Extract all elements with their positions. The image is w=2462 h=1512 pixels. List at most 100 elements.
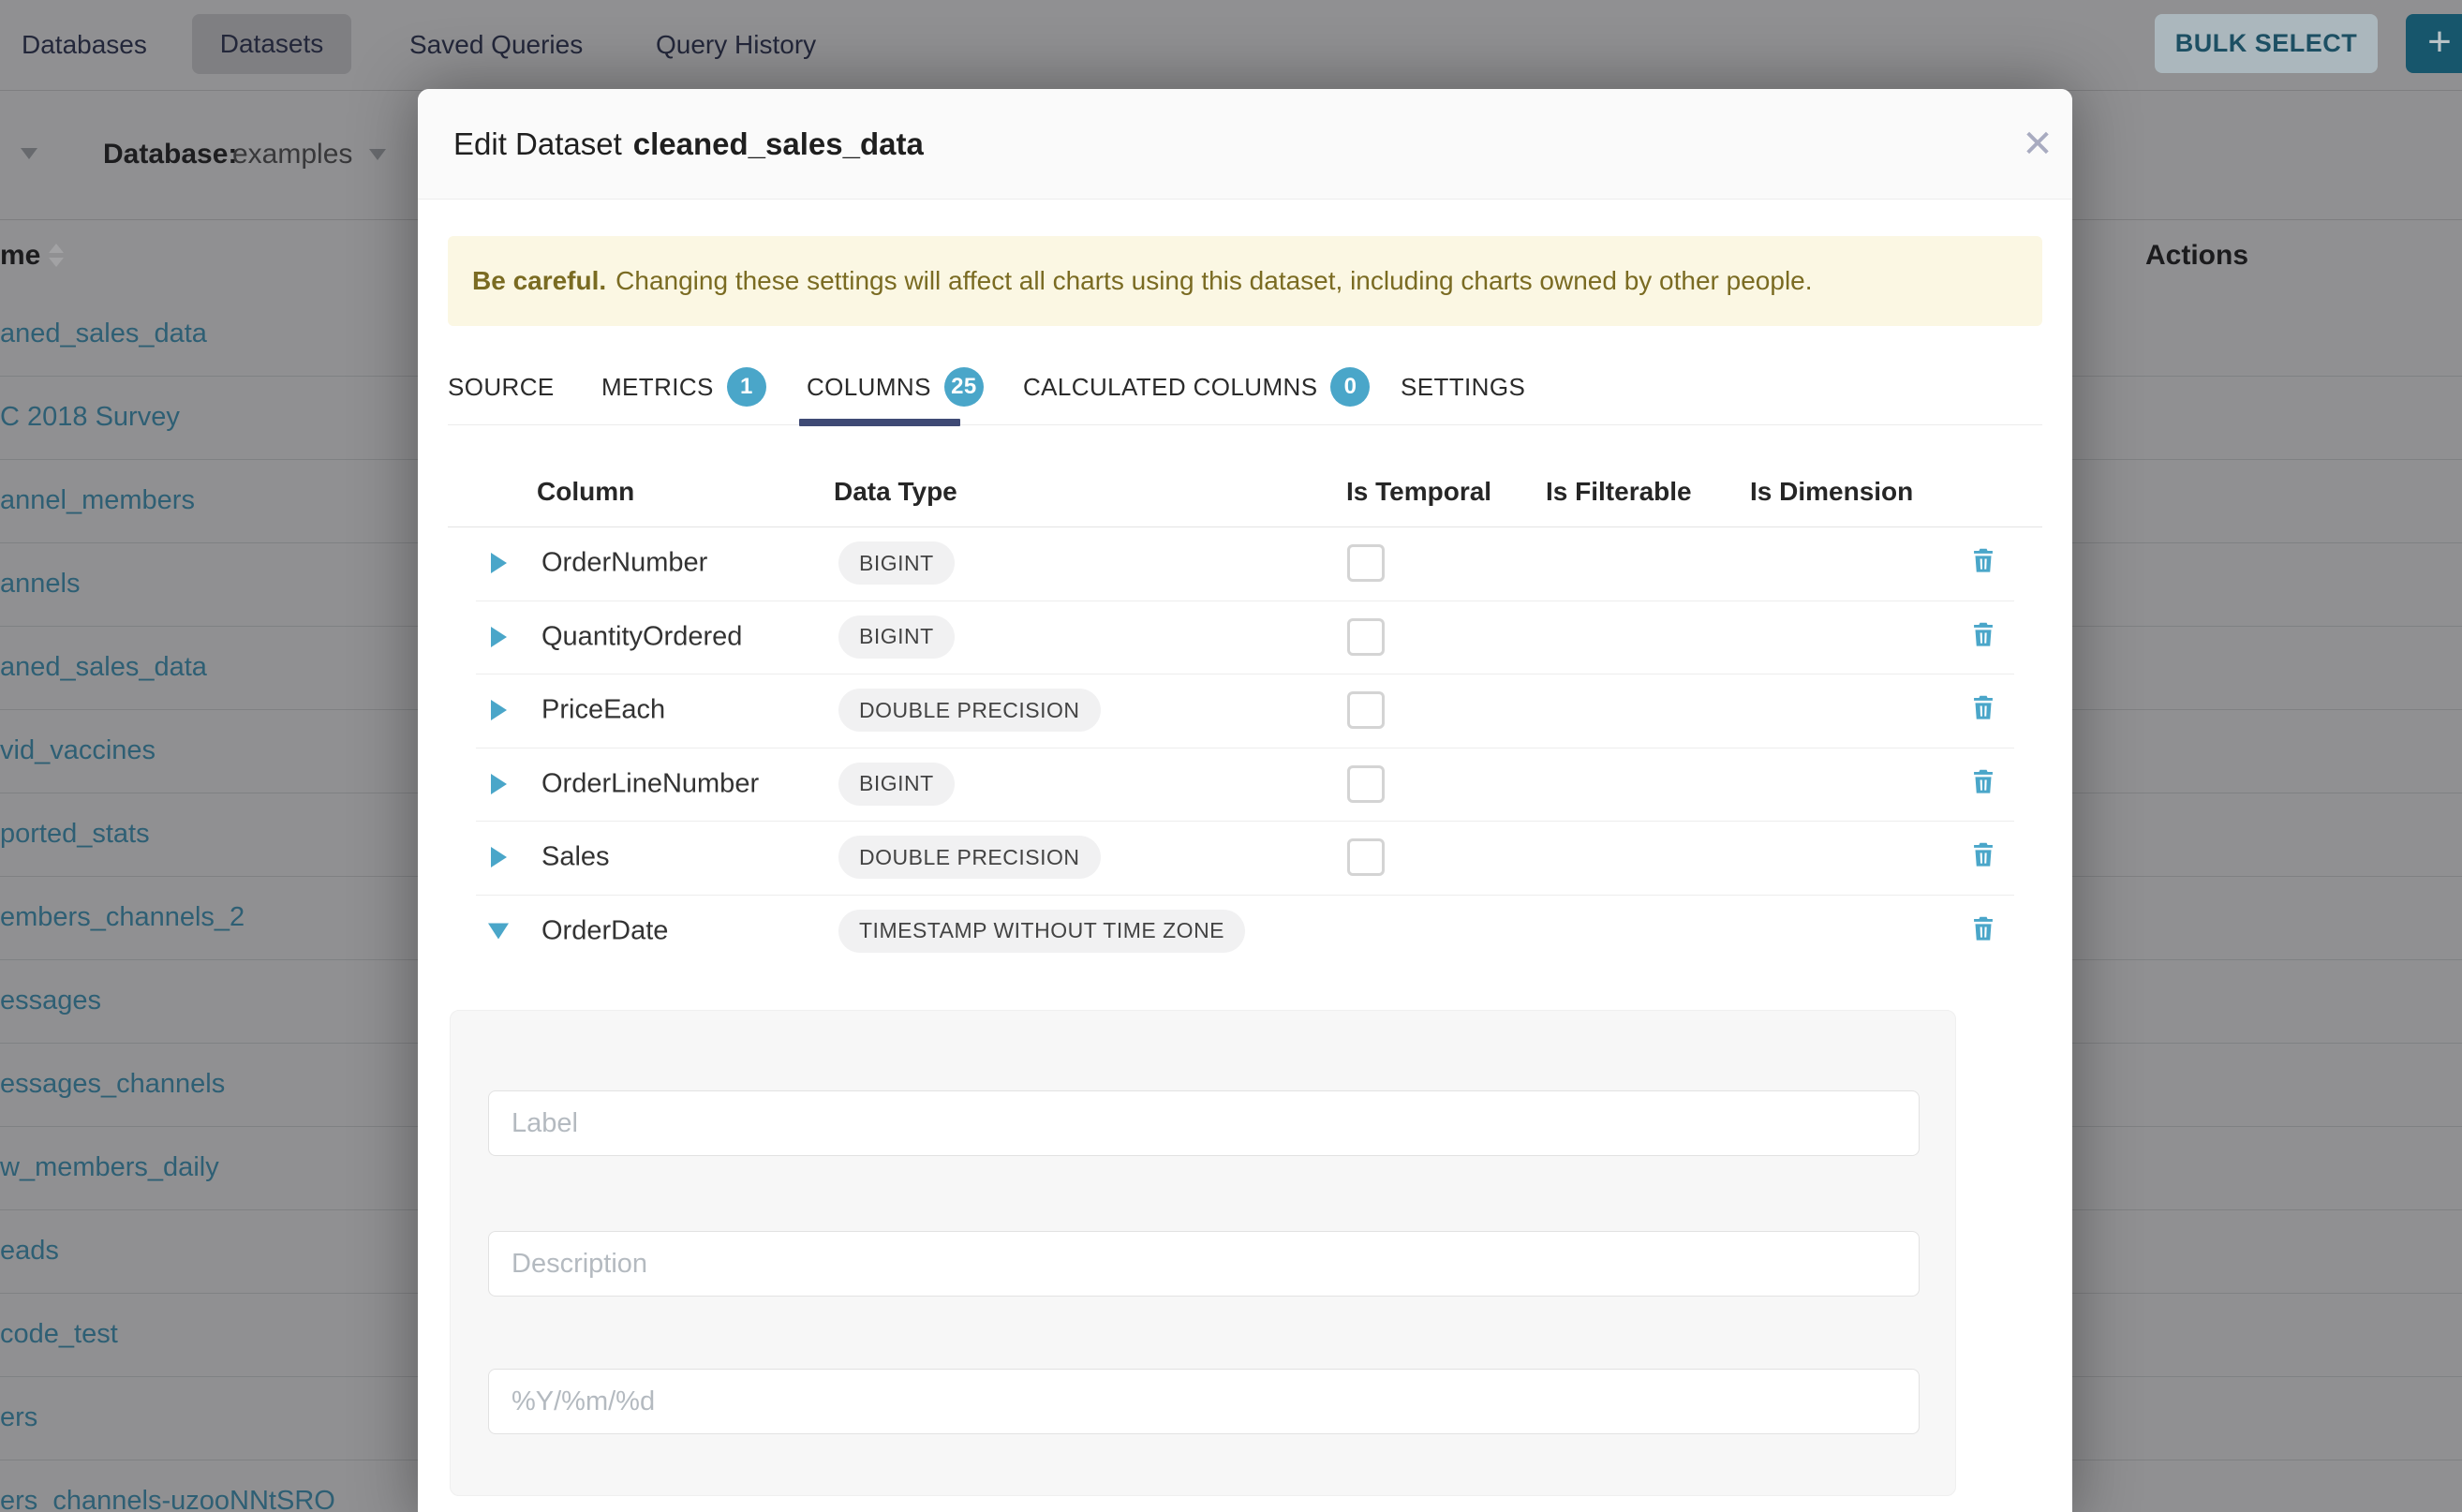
warning-text: Changing these settings will affect all …: [616, 266, 1812, 296]
data-type-header: Data Type: [834, 468, 957, 515]
warning-bold: Be careful.: [472, 266, 606, 296]
dataset-link[interactable]: vid_vaccines: [0, 709, 156, 793]
delete-column-icon[interactable]: [1967, 618, 1999, 655]
database-filter-select[interactable]: examples: [232, 90, 386, 219]
column-row: OrderDate TIMESTAMP WITHOUT TIME ZONE: [418, 895, 2072, 968]
nav-item-databases[interactable]: Databases: [22, 0, 147, 90]
expand-caret-icon[interactable]: [491, 700, 507, 720]
tab-source[interactable]: SOURCE: [448, 363, 555, 411]
label-input[interactable]: [488, 1090, 1920, 1156]
dataset-link[interactable]: annel_members: [0, 459, 195, 542]
delete-column-icon[interactable]: [1967, 765, 1999, 802]
data-type-pill: BIGINT: [838, 615, 955, 659]
is-temporal-checkbox[interactable]: [1347, 544, 1385, 582]
top-navbar: Databases Datasets Saved Queries Query Hist…: [0, 0, 2462, 91]
dataset-link[interactable]: ers_channels-uzooNNtSRO: [0, 1460, 335, 1512]
add-dataset-button[interactable]: +: [2406, 14, 2462, 73]
tab-calculated-columns[interactable]: CALCULATED COLUMNS 0: [1023, 363, 1370, 411]
delete-column-icon[interactable]: [1967, 545, 1999, 582]
dataset-link[interactable]: eads: [0, 1209, 59, 1293]
datetime-format-input[interactable]: [488, 1369, 1920, 1434]
modal-title-prefix: Edit Dataset: [453, 126, 622, 162]
is-temporal-header: Is Temporal: [1346, 468, 1491, 515]
nav-item-datasets[interactable]: Datasets: [192, 14, 351, 74]
collapse-caret-icon[interactable]: [488, 923, 509, 939]
column-name: QuantityOrdered: [541, 621, 742, 652]
dataset-link[interactable]: annels: [0, 542, 80, 626]
nav-item-query-history[interactable]: Query History: [656, 0, 816, 90]
warning-banner: Be careful. Changing these settings will…: [448, 236, 2042, 326]
tabs-divider: [448, 424, 2042, 425]
column-row: Sales DOUBLE PRECISION: [418, 821, 2072, 894]
is-dimension-header: Is Dimension: [1750, 468, 1913, 515]
actions-column-header: Actions: [2145, 219, 2248, 292]
tab-count-badge: 25: [944, 367, 984, 407]
delete-column-icon[interactable]: [1967, 692, 1999, 729]
edit-dataset-modal: Edit Dataset cleaned_sales_data ✕ Be car…: [418, 89, 2072, 1512]
is-temporal-checkbox[interactable]: [1347, 618, 1385, 656]
close-icon[interactable]: ✕: [2003, 89, 2072, 199]
modal-title: Edit Dataset cleaned_sales_data: [453, 89, 924, 199]
column-name: Sales: [541, 842, 610, 873]
tab-count-badge: 0: [1330, 367, 1370, 407]
is-temporal-checkbox[interactable]: [1347, 765, 1385, 803]
chevron-down-icon[interactable]: [21, 148, 37, 159]
chevron-down-icon: [369, 149, 386, 160]
column-row: OrderLineNumber BIGINT: [418, 748, 2072, 821]
name-column-header[interactable]: me: [0, 219, 40, 292]
column-name: PriceEach: [541, 695, 665, 726]
expand-caret-icon[interactable]: [491, 774, 507, 794]
sort-icon[interactable]: [49, 244, 64, 267]
expand-caret-icon[interactable]: [491, 847, 507, 867]
tab-label: CALCULATED COLUMNS: [1023, 373, 1317, 402]
modal-dataset-name: cleaned_sales_data: [633, 126, 924, 162]
description-input[interactable]: [488, 1231, 1920, 1297]
database-filter-value: examples: [232, 139, 352, 170]
dataset-link[interactable]: code_test: [0, 1293, 118, 1376]
tab-label: COLUMNS: [807, 373, 931, 402]
expand-caret-icon[interactable]: [491, 553, 507, 573]
data-type-pill: BIGINT: [838, 763, 955, 806]
delete-column-icon[interactable]: [1967, 839, 1999, 876]
dataset-link[interactable]: essages_channels: [0, 1043, 225, 1126]
tab-columns[interactable]: COLUMNS 25: [807, 363, 984, 411]
database-filter-label: Database:: [103, 90, 237, 219]
column-row: PriceEach DOUBLE PRECISION: [418, 674, 2072, 747]
column-detail-panel: LABELDESCRIPTIONDATETIME FORMATi: [450, 1010, 1956, 1496]
dataset-link[interactable]: aned_sales_data: [0, 292, 207, 376]
column-row: QuantityOrdered BIGINT: [418, 600, 2072, 674]
nav-item-saved-queries[interactable]: Saved Queries: [409, 0, 583, 90]
tab-count-badge: 1: [727, 367, 766, 407]
expand-caret-icon[interactable]: [491, 627, 507, 647]
data-type-pill: DOUBLE PRECISION: [838, 836, 1101, 879]
tab-metrics[interactable]: METRICS 1: [601, 363, 766, 411]
data-type-pill: DOUBLE PRECISION: [838, 689, 1101, 732]
column-name: OrderDate: [541, 915, 668, 946]
dataset-link[interactable]: ported_stats: [0, 793, 150, 876]
columns-table-header: Column Data Type Is Temporal Is Filterab…: [418, 468, 2072, 515]
tab-settings[interactable]: SETTINGS: [1401, 363, 1525, 411]
is-filterable-header: Is Filterable: [1546, 468, 1692, 515]
dataset-link[interactable]: C 2018 Survey: [0, 376, 180, 459]
tab-label: METRICS: [601, 373, 714, 402]
is-temporal-checkbox[interactable]: [1347, 691, 1385, 729]
tab-label: SOURCE: [448, 373, 555, 402]
dataset-link[interactable]: w_members_daily: [0, 1126, 219, 1209]
delete-column-icon[interactable]: [1967, 912, 1999, 949]
data-type-pill: TIMESTAMP WITHOUT TIME ZONE: [838, 910, 1245, 953]
modal-header: Edit Dataset cleaned_sales_data ✕: [418, 89, 2072, 200]
dataset-link[interactable]: ers: [0, 1376, 37, 1460]
column-row: OrderNumber BIGINT: [418, 526, 2072, 600]
dataset-link[interactable]: embers_channels_2: [0, 876, 245, 959]
column-name: OrderLineNumber: [541, 768, 759, 799]
dataset-link[interactable]: essages: [0, 959, 101, 1043]
is-temporal-checkbox[interactable]: [1347, 838, 1385, 876]
dataset-link[interactable]: aned_sales_data: [0, 626, 207, 709]
bulk-select-button[interactable]: BULK SELECT: [2155, 14, 2378, 73]
active-tab-underline: [799, 419, 960, 426]
datasets-page: Databases Datasets Saved Queries Query Hist…: [0, 0, 2462, 1512]
tab-label: SETTINGS: [1401, 373, 1525, 402]
column-header: Column: [537, 468, 634, 515]
data-type-pill: BIGINT: [838, 541, 955, 585]
column-name: OrderNumber: [541, 548, 707, 579]
